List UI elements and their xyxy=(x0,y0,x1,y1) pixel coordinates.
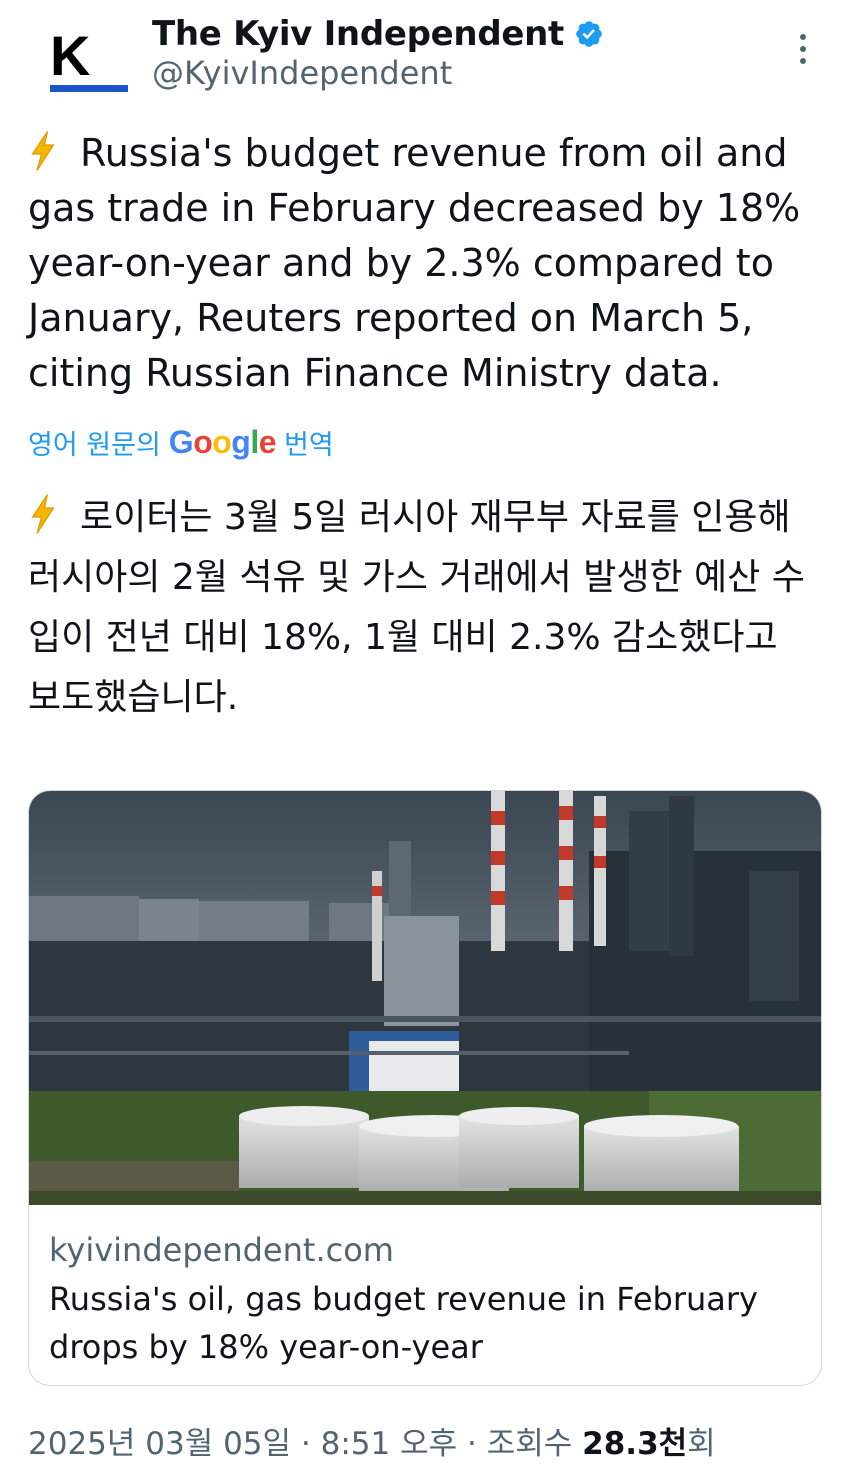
avatar[interactable]: K xyxy=(28,14,128,110)
more-options-icon[interactable] xyxy=(788,30,818,70)
translation-label-suffix: 번역 xyxy=(284,429,334,461)
tweet-date[interactable]: 2025년 03월 05일 xyxy=(28,1426,291,1462)
avatar-logo-letter: K xyxy=(50,24,91,87)
tweet-text: Russia's budget revenue from oil and gas… xyxy=(28,126,818,401)
views-count[interactable]: 28.3천 xyxy=(582,1426,687,1462)
card-domain[interactable]: kyivindependent.com xyxy=(49,1231,394,1269)
translation-attribution[interactable]: 영어 원문의 Google 번역 xyxy=(28,422,334,462)
card-title[interactable]: Russia's oil, gas budget revenue in Febr… xyxy=(49,1275,799,1371)
high-voltage-icon xyxy=(31,131,55,171)
tweet-time[interactable]: 8:51 오후 xyxy=(321,1426,458,1462)
avatar-logo-underline xyxy=(50,85,128,92)
tweet-header: K The Kyiv Independent @KyivIndependent xyxy=(0,0,850,110)
tweet-meta: 2025년 03월 05일 · 8:51 오후 · 조회수 28.3천회 xyxy=(28,1418,716,1463)
translation-label-prefix: 영어 원문의 xyxy=(28,429,161,461)
high-voltage-icon xyxy=(31,494,55,534)
meta-separator: · xyxy=(467,1426,477,1462)
author-handle[interactable]: @KyivIndependent xyxy=(152,54,452,92)
link-preview-card[interactable]: kyivindependent.com Russia's oil, gas bu… xyxy=(28,790,822,1386)
translated-body: 로이터는 3월 5일 러시아 재무부 자료를 인용해 러시아의 2월 석유 및 … xyxy=(28,497,805,718)
card-image-refinery-photo[interactable] xyxy=(29,791,821,1205)
author-name-row: The Kyiv Independent xyxy=(152,10,604,58)
author-display-name[interactable]: The Kyiv Independent xyxy=(152,14,564,54)
tweet-body: Russia's budget revenue from oil and gas… xyxy=(28,131,801,395)
views-label: 조회수 xyxy=(486,1426,573,1462)
verified-badge-icon[interactable] xyxy=(574,19,604,49)
google-logo: Google xyxy=(168,423,277,460)
meta-separator: · xyxy=(300,1426,311,1462)
views-unit: 회 xyxy=(687,1426,716,1462)
translated-tweet-text: 로이터는 3월 5일 러시아 재무부 자료를 인용해 러시아의 2월 석유 및 … xyxy=(28,488,818,728)
